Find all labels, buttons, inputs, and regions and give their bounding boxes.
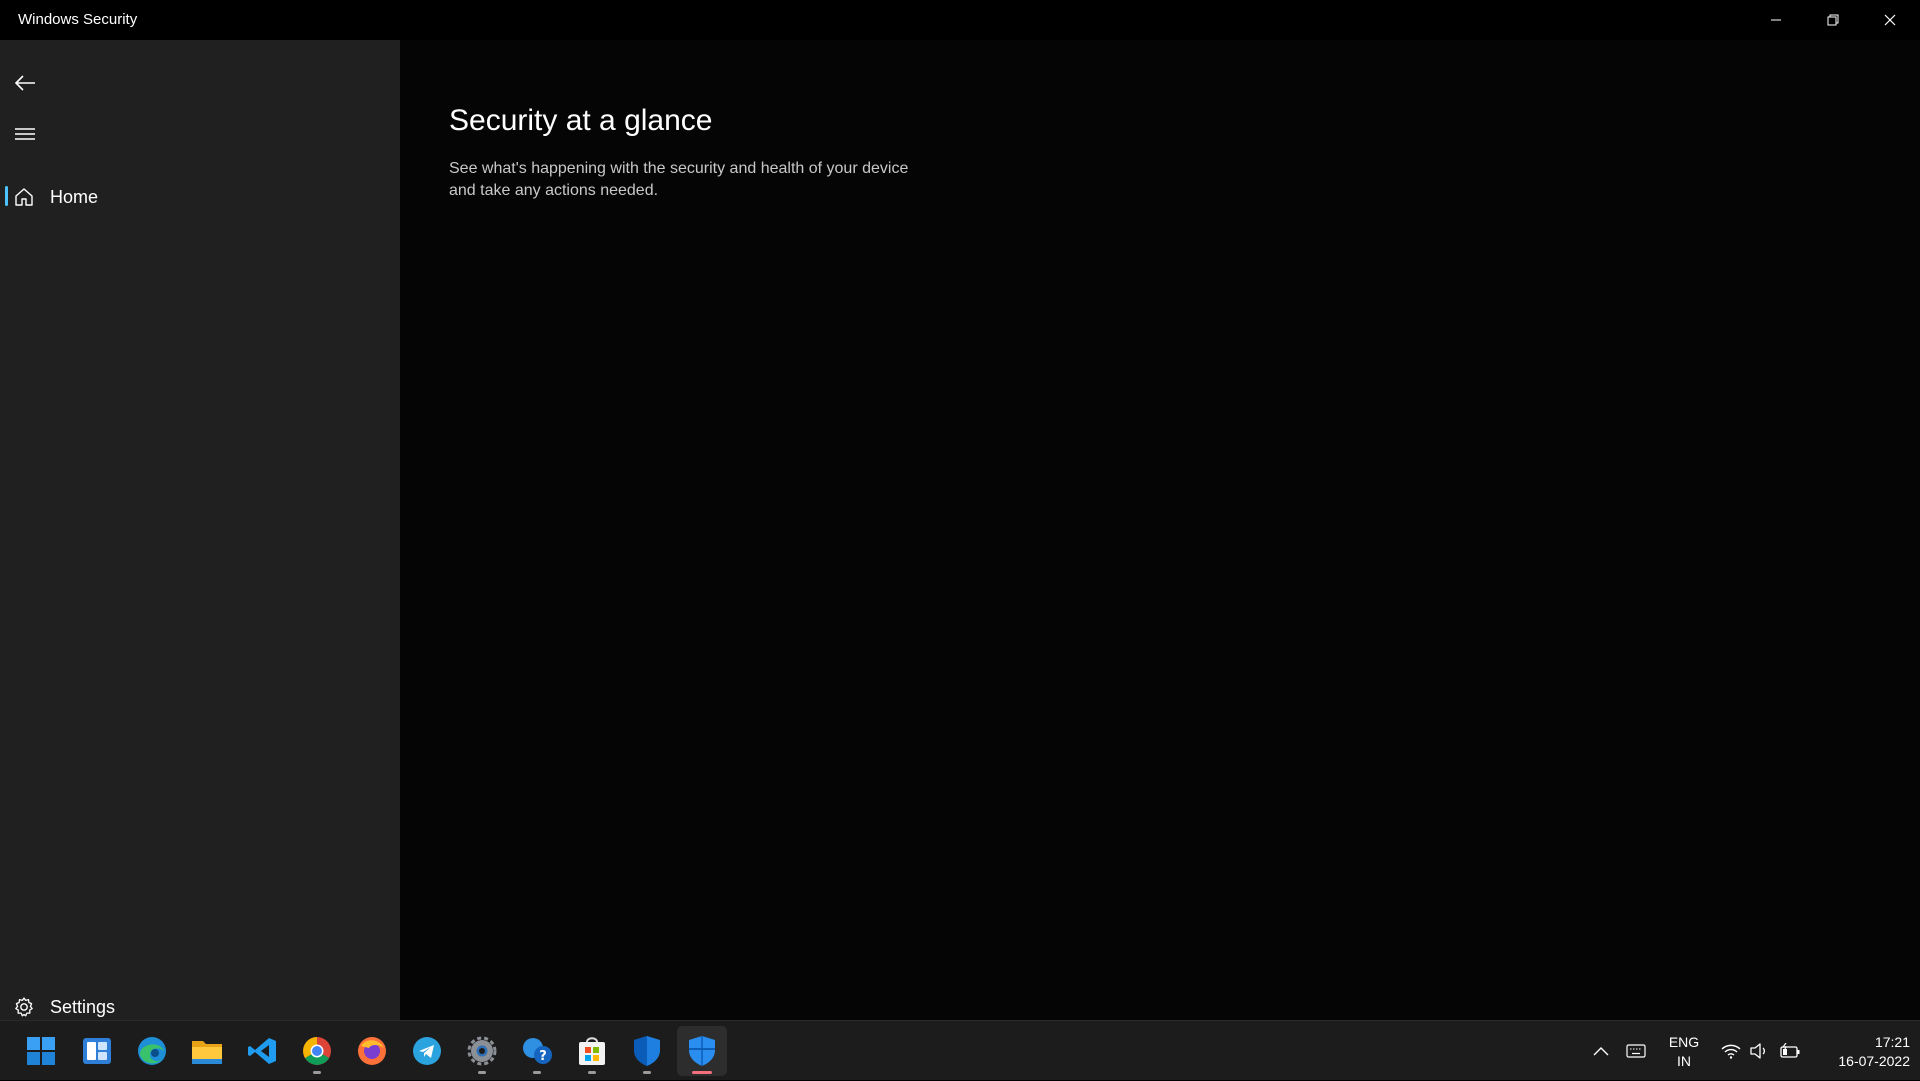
page-title: Security at a glance [449, 104, 713, 137]
page-description: See what's happening with the security a… [449, 160, 909, 199]
running-indicator [313, 1071, 321, 1074]
get-help-button[interactable]: ? [512, 1026, 562, 1076]
chevron-up-icon [1593, 1047, 1609, 1056]
volume-icon [1750, 1043, 1765, 1059]
taskbar: ? ENG IN 17:21 16-07-2022 [0, 1020, 1920, 1080]
windows-security-window: Windows Security Home Settings Security … [0, 0, 1920, 1020]
telegram-button[interactable] [402, 1026, 452, 1076]
gear-icon [13, 996, 35, 1018]
region-code: IN [1677, 1053, 1691, 1069]
sidebar-item-home[interactable]: Home [0, 176, 400, 216]
title-bar: Windows Security [0, 0, 1920, 40]
running-indicator [533, 1071, 541, 1074]
back-button[interactable] [0, 61, 50, 105]
touch-keyboard-button[interactable] [1622, 1021, 1650, 1081]
defender-button[interactable] [622, 1026, 672, 1076]
minimize-icon [1771, 19, 1781, 21]
selection-indicator [5, 186, 8, 206]
sidebar-item-label: Home [50, 187, 99, 207]
home-icon [13, 186, 35, 208]
wifi-icon [1721, 1044, 1741, 1059]
close-icon [1884, 14, 1896, 26]
network-button[interactable] [1716, 1021, 1746, 1081]
main-content: Security at a glance See what's happenin… [400, 40, 1920, 1020]
running-indicator [692, 1071, 712, 1074]
clock-date: 16-07-2022 [1838, 1053, 1910, 1069]
file-explorer-icon [192, 1041, 222, 1064]
minimize-button[interactable] [1748, 0, 1804, 40]
edge-button[interactable] [127, 1026, 177, 1076]
file-explorer-button[interactable] [182, 1026, 232, 1076]
settings-app-icon [467, 1036, 497, 1066]
battery-button[interactable] [1776, 1021, 1804, 1081]
input-language-button[interactable]: ENG IN [1662, 1033, 1706, 1071]
show-hidden-icons-button[interactable] [1588, 1021, 1614, 1081]
widgets-icon [83, 1038, 111, 1064]
telegram-icon [413, 1037, 441, 1065]
windows-security-button[interactable] [677, 1026, 727, 1076]
vscode-button[interactable] [237, 1026, 287, 1076]
language-code: ENG [1668, 1034, 1700, 1050]
running-indicator [478, 1071, 486, 1074]
firefox-icon [358, 1037, 386, 1065]
widgets-button[interactable] [72, 1026, 122, 1076]
close-button[interactable] [1862, 0, 1918, 40]
sidebar: Home Settings [0, 40, 400, 1020]
defender-shield-icon [634, 1036, 660, 1066]
windows-security-icon [689, 1036, 715, 1066]
battery-icon [1780, 1043, 1800, 1058]
settings-app-button[interactable] [457, 1026, 507, 1076]
keyboard-icon [1626, 1044, 1646, 1058]
chrome-button[interactable] [292, 1026, 342, 1076]
edge-icon [138, 1037, 166, 1065]
chrome-icon [303, 1037, 331, 1065]
window-title: Windows Security [18, 11, 138, 28]
microsoft-store-button[interactable] [567, 1026, 617, 1076]
back-arrow-icon [14, 75, 35, 91]
microsoft-store-icon [579, 1037, 605, 1065]
restore-button[interactable] [1805, 0, 1861, 40]
firefox-button[interactable] [347, 1026, 397, 1076]
get-help-icon: ? [523, 1038, 552, 1064]
start-icon [27, 1037, 55, 1065]
hamburger-menu-icon [15, 128, 35, 140]
running-indicator [588, 1071, 596, 1074]
menu-button[interactable] [0, 112, 50, 156]
volume-button[interactable] [1746, 1021, 1772, 1081]
vscode-icon [248, 1038, 276, 1064]
clock-time: 17:21 [1874, 1034, 1910, 1050]
clock[interactable]: 17:21 16-07-2022 [1810, 1033, 1910, 1071]
svg-text:?: ? [539, 1049, 547, 1064]
restore-icon [1827, 14, 1839, 26]
sidebar-item-label: Settings [50, 997, 116, 1017]
start-button[interactable] [16, 1026, 66, 1076]
running-indicator [643, 1071, 651, 1074]
